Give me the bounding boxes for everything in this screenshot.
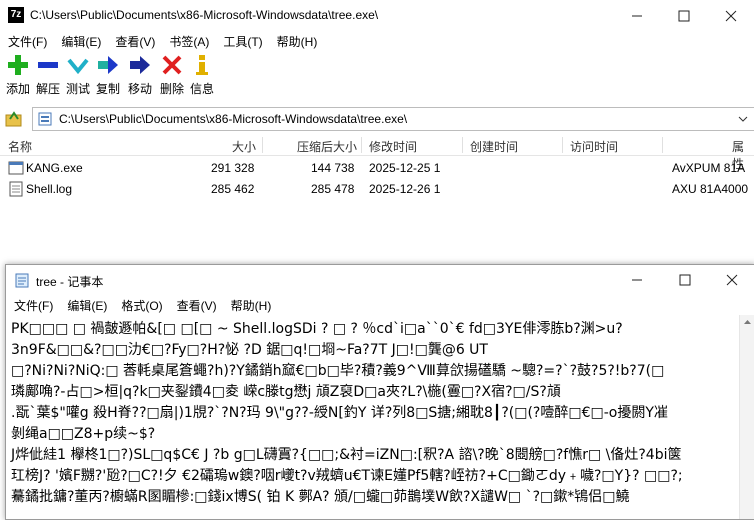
extract-label: 解压: [35, 82, 60, 96]
up-folder-icon: [5, 111, 22, 127]
up-folder-button[interactable]: [4, 108, 24, 128]
plus-icon: [8, 55, 28, 75]
table-row[interactable]: KANG.exe 291 328 144 738 2025-12-25 1 Av…: [0, 157, 754, 179]
maximize-icon: [678, 10, 690, 21]
extract-button[interactable]: 解压: [33, 52, 63, 97]
menu-file[interactable]: 文件(F): [14, 299, 53, 313]
file-name: Shell.log: [26, 182, 73, 196]
add-button[interactable]: 添加: [3, 52, 33, 97]
info-label: 信息: [189, 82, 214, 96]
minus-icon: [38, 62, 58, 68]
delete-label: 删除: [159, 82, 184, 96]
copy-arrow-icon: [98, 56, 118, 74]
close-icon: [726, 274, 738, 286]
move-arrow-icon: [130, 56, 150, 74]
archive-icon: [38, 112, 52, 126]
text-line: 3n9F&□□&?□□氻€□?Fy□?H?怭 ?D 鋸□q!□埛~Fa?7T J…: [11, 342, 488, 358]
file-packed-size: 285 478: [311, 182, 355, 196]
path-dropdown-button[interactable]: [733, 108, 753, 130]
file-attributes: AXU 81A4000: [672, 182, 749, 196]
menu-edit[interactable]: 编辑(E): [67, 299, 107, 313]
notepad-title: tree - 记事本: [36, 275, 104, 289]
column-size[interactable]: 大小: [232, 138, 256, 155]
toolbar: 添加 解压 测试 复制 移动 删除 信息: [0, 52, 754, 100]
scroll-up-icon: [744, 320, 751, 324]
chevron-down-icon: [738, 116, 748, 122]
menu-help[interactable]: 帮助(H): [277, 35, 318, 49]
text-line: 剝绳a□□Z8+p续~$?: [11, 426, 156, 442]
add-label: 添加: [5, 82, 30, 96]
move-button[interactable]: 移动: [125, 52, 155, 97]
notepad-menu-bar: 文件(F) 编辑(E) 格式(O) 查看(V) 帮助(H): [6, 295, 754, 315]
menu-view[interactable]: 查看(V): [115, 35, 155, 49]
minimize-icon: [632, 15, 642, 16]
table-row[interactable]: Shell.log 285 462 285 478 2025-12-26 1 A…: [0, 178, 754, 200]
close-icon: [725, 10, 737, 21]
move-label: 移动: [127, 82, 152, 96]
notepad-minimize-button[interactable]: [614, 265, 660, 295]
menu-bookmarks[interactable]: 书签(A): [169, 35, 209, 49]
file-size: 285 462: [211, 182, 255, 196]
notepad-window: tree - 记事本 文件(F) 编辑(E) 格式(O) 查看(V) 帮助(H) PK□…: [5, 264, 754, 520]
notepad-title-bar: tree - 记事本: [6, 265, 754, 295]
menu-edit[interactable]: 编辑(E): [61, 35, 101, 49]
text-line: .翫`葉$"嚾g 殺H脊??□扇|)1覑?`?N?玛 9\"g??-綬N[釣Y …: [11, 405, 668, 421]
menu-tools[interactable]: 工具(T): [223, 35, 262, 49]
menu-bar: 文件(F) 编辑(E) 查看(V) 书签(A) 工具(T) 帮助(H): [0, 31, 754, 51]
info-button[interactable]: 信息: [187, 52, 217, 97]
copy-label: 复制: [95, 82, 120, 96]
7zip-app-icon: 7z: [8, 7, 24, 23]
test-button[interactable]: 测试: [63, 52, 93, 97]
file-name: KANG.exe: [26, 161, 83, 175]
window-title: C:\Users\Public\Documents\x86-Microsoft-…: [30, 8, 379, 22]
notepad-close-button[interactable]: [709, 265, 754, 295]
column-created[interactable]: 创建时间: [470, 138, 518, 155]
vertical-scrollbar[interactable]: [739, 315, 754, 519]
notepad-app-icon: [15, 273, 29, 288]
maximize-button[interactable]: [661, 0, 707, 31]
minimize-button[interactable]: [614, 0, 660, 31]
copy-button[interactable]: 复制: [93, 52, 123, 97]
checkmark-icon: [67, 58, 89, 75]
address-bar: C:\Users\Public\Documents\x86-Microsoft-…: [0, 105, 754, 131]
column-modified[interactable]: 修改时间: [369, 138, 417, 155]
file-list-header: 名称 大小 压缩后大小 修改时间 创建时间 访问时间 属性: [0, 135, 754, 171]
menu-file[interactable]: 文件(F): [8, 35, 47, 49]
file-packed-size: 144 738: [311, 161, 355, 175]
menu-help[interactable]: 帮助(H): [231, 299, 272, 313]
maximize-icon: [679, 274, 691, 286]
text-line: 玒榜J? '嬪F嬲?'瓰?□C?!夕 €2礵瑦w鐭?咽r巙t?v羢蠐u€T谏E嬞…: [11, 468, 683, 484]
title-bar: 7z C:\Users\Public\Documents\x86-Microso…: [0, 0, 754, 31]
column-accessed[interactable]: 访问时间: [570, 138, 618, 155]
file-modified: 2025-12-26 1: [369, 182, 441, 196]
file-modified: 2025-12-25 1: [369, 161, 441, 175]
test-label: 测试: [65, 82, 90, 96]
file-size: 291 328: [211, 161, 255, 175]
minimize-icon: [632, 279, 642, 281]
notepad-text-area[interactable]: PK□□□ □ 禍皼遯帕&[□ □[□ ~ Shell.logSDi ? □ ?…: [6, 318, 739, 519]
text-line: J烨佌絓1 欅柊1□?)SL□q$C€ J ?b g□L礴霣?{□□;&衬=iZ…: [11, 447, 682, 463]
text-line: 驀鐍批鏞?董丙?櫥蟎R圂睸槮:□錢ix博S( 铂 K 鄸A? 頒/□蠬□茆鵲墣W…: [11, 489, 630, 505]
text-file-icon: [9, 181, 23, 197]
column-name[interactable]: 名称: [8, 138, 32, 155]
menu-view[interactable]: 查看(V): [177, 299, 217, 313]
path-input[interactable]: C:\Users\Public\Documents\x86-Microsoft-…: [32, 107, 754, 131]
file-attributes: AvXPUM 81A: [672, 161, 746, 175]
notepad-maximize-button[interactable]: [662, 265, 708, 295]
text-line: PK□□□ □ 禍皼遯帕&[□ □[□ ~ Shell.logSDi ? □ ?…: [11, 321, 623, 337]
close-button[interactable]: [708, 0, 754, 31]
menu-format[interactable]: 格式(O): [121, 299, 162, 313]
text-line: 璘鄺唃?-占□>桓|q?k□夹銐鐨4□夌 嵘c滕tg懋j 頏Z裒D□a夾?L?\…: [11, 384, 561, 400]
info-icon: [196, 55, 208, 75]
column-packed-size[interactable]: 压缩后大小: [297, 138, 357, 155]
delete-button[interactable]: 删除: [157, 52, 187, 97]
path-text: C:\Users\Public\Documents\x86-Microsoft-…: [59, 112, 408, 126]
delete-x-icon: [162, 55, 182, 75]
text-line: □?Ni?Ni?NiQ:□ 莕軞桌尾篬蠅?h)?Y鐍銷h窳€□b□毕?積?義9^…: [11, 363, 665, 379]
exe-file-icon: [8, 161, 24, 175]
